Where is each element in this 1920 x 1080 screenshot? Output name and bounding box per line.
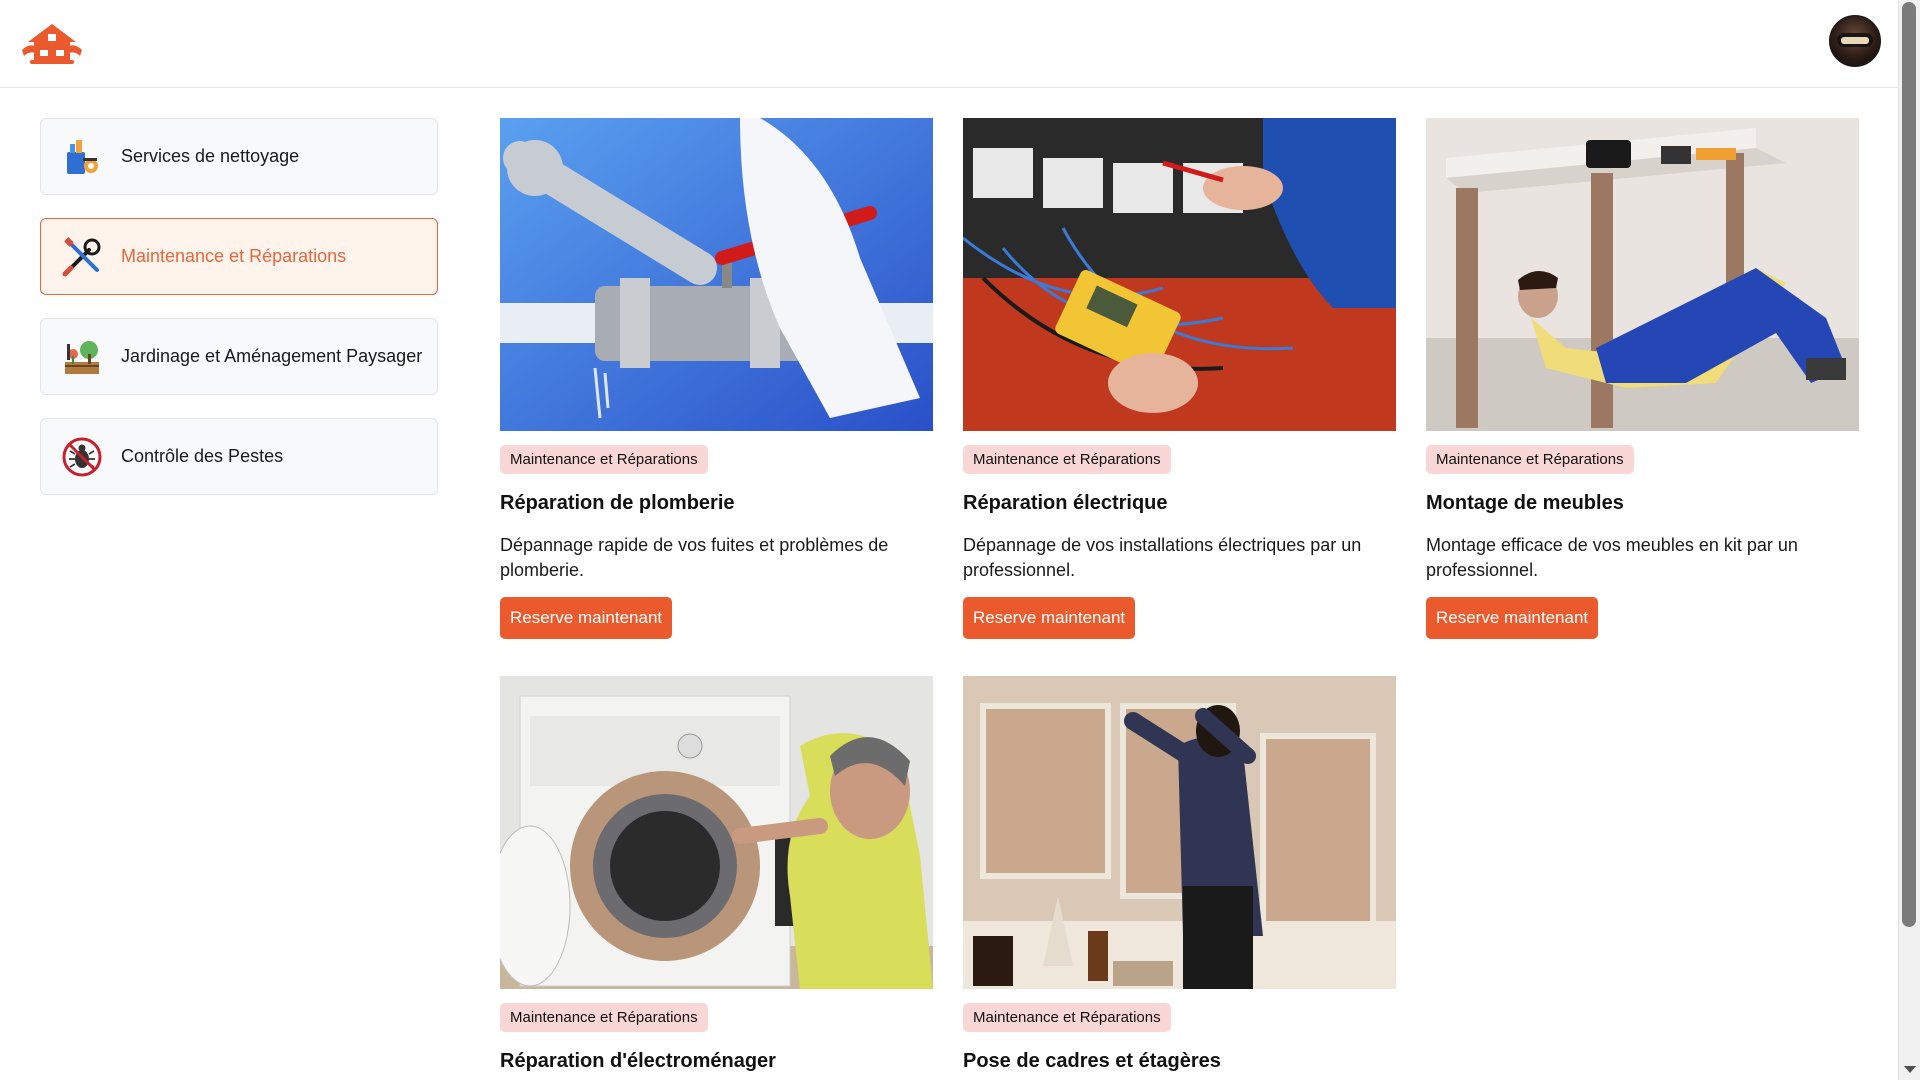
category-badge: Maintenance et Réparations — [500, 1003, 708, 1032]
service-description: Montage efficace de vos meubles en kit p… — [1426, 535, 1798, 580]
page-scrollbar[interactable] — [1898, 0, 1920, 1080]
house-logo-icon[interactable] — [20, 20, 84, 66]
sidebar-item-label: Maintenance et Réparations — [121, 246, 347, 266]
service-title: Réparation électrique — [963, 492, 1168, 514]
category-badge: Maintenance et Réparations — [500, 445, 708, 474]
service-title: Pose de cadres et étagères — [963, 1050, 1221, 1072]
reserve-button[interactable]: Reserve maintenant — [963, 597, 1136, 639]
sidebar-item-pest-control[interactable]: Contrôle des Pestes — [40, 418, 438, 495]
service-card: Maintenance et Réparations Pose de cadre… — [963, 676, 1396, 1073]
washing-machine-repair-photo[interactable] — [500, 676, 933, 989]
service-card: Maintenance et Réparations Réparation d'… — [500, 676, 933, 1073]
electrical-panel-photo[interactable] — [963, 118, 1396, 431]
category-sidebar: Services de nettoyage Maintenance et Rép… — [40, 118, 440, 518]
frame-hanging-photo[interactable] — [963, 676, 1396, 989]
user-avatar[interactable] — [1829, 15, 1881, 67]
sidebar-item-cleaning[interactable]: Services de nettoyage — [40, 118, 438, 195]
category-badge: Maintenance et Réparations — [963, 445, 1171, 474]
reserve-button[interactable]: Reserve maintenant — [500, 597, 673, 639]
sidebar-item-label: Jardinage et Aménagement Paysager — [121, 346, 423, 366]
service-description: Dépannage de vos installations électriqu… — [963, 535, 1362, 580]
service-description: Dépannage rapide de vos fuites et problè… — [500, 535, 889, 580]
tools-icon — [61, 236, 103, 278]
service-title: Réparation de plomberie — [500, 492, 735, 514]
furniture-assembly-photo[interactable] — [1426, 118, 1859, 431]
sidebar-item-maintenance[interactable]: Maintenance et Réparations — [40, 218, 438, 295]
service-card: Maintenance et Réparations Réparation de… — [500, 118, 933, 639]
scroll-down-arrow-icon[interactable] — [1904, 1066, 1916, 1073]
sidebar-item-label: Services de nettoyage — [121, 146, 300, 166]
category-badge: Maintenance et Réparations — [1426, 445, 1634, 474]
sidebar-item-label: Contrôle des Pestes — [121, 446, 284, 466]
plumbing-wrench-photo[interactable] — [500, 118, 933, 431]
service-title: Montage de meubles — [1426, 492, 1624, 514]
service-title: Réparation d'électroménager — [500, 1050, 776, 1072]
top-navbar — [0, 0, 1898, 88]
service-card: Maintenance et Réparations Réparation él… — [963, 118, 1396, 639]
service-card: Maintenance et Réparations Montage de me… — [1426, 118, 1859, 639]
reserve-button[interactable]: Reserve maintenant — [1426, 597, 1599, 639]
category-badge: Maintenance et Réparations — [963, 1003, 1171, 1032]
sidebar-item-gardening[interactable]: Jardinage et Aménagement Paysager — [40, 318, 438, 395]
pest-control-icon — [61, 436, 103, 478]
avatar-eyes-shape — [1841, 37, 1869, 44]
scrollbar-thumb[interactable] — [1902, 2, 1916, 927]
cleaning-bucket-icon — [61, 136, 103, 178]
gardening-icon — [61, 336, 103, 378]
